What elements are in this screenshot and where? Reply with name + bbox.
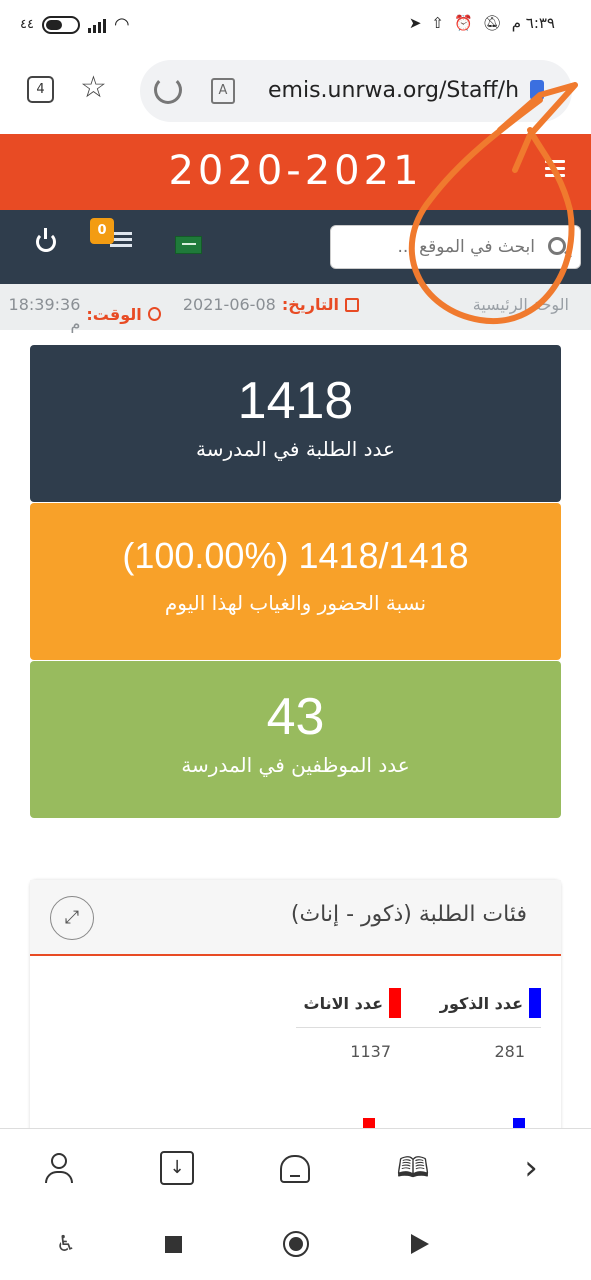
male-label: عدد الذكور — [439, 993, 523, 1013]
staff-count-label: عدد الموظفين في المدرسة — [181, 753, 410, 777]
bookmark-star-icon[interactable]: ☆ — [80, 71, 107, 105]
academic-year-title: 2020-2021 — [168, 148, 423, 194]
downloads-icon[interactable]: ↓ — [160, 1151, 194, 1185]
site-header: 2020-2021 — [0, 134, 591, 210]
students-count-value: 1418 — [237, 372, 354, 430]
address-bar[interactable]: A emis.unrwa.org/Staff/h — [140, 60, 572, 122]
signal-icon — [87, 17, 106, 33]
legend-male: عدد الذكور — [440, 988, 541, 1018]
female-value: 1137 — [350, 1042, 391, 1061]
battery-icon — [41, 15, 80, 34]
upload-icon: ⇧ — [431, 14, 444, 32]
student-categories-panel: فئات الطلبة (ذكور - إناث) ⤢ عدد الذكور ع… — [30, 880, 561, 1140]
attendance-card[interactable]: (100.00%) 1418/1418 نسبة الحضور والغياب … — [30, 503, 561, 660]
clock-icon — [147, 307, 161, 321]
site-search[interactable] — [330, 225, 581, 269]
tabs-button[interactable]: 4 — [27, 76, 54, 103]
site-indicator-icon — [530, 80, 544, 100]
status-time: ٦:٣٩ م — [511, 14, 555, 32]
profile-icon[interactable] — [42, 1151, 76, 1185]
female-swatch — [389, 988, 401, 1018]
play-icon[interactable] — [411, 1234, 429, 1254]
attendance-value: (100.00%) 1418/1418 — [122, 535, 469, 576]
male-swatch — [529, 988, 541, 1018]
legend-row: عدد الذكور عدد الاناث — [296, 988, 541, 1028]
date-display: التاريخ: 2021-06-08 — [183, 295, 359, 314]
status-right: ➤ ⇧ ⏰ 🔕︎ ٦:٣٩ م — [409, 14, 555, 32]
breadcrumb[interactable]: الوحة الرئيسية — [473, 295, 569, 314]
browser-bottom-bar: ↓ 🕮︎ › — [0, 1128, 591, 1210]
calendar-icon — [345, 297, 359, 312]
record-icon[interactable] — [283, 1231, 309, 1257]
panel-title: فئات الطلبة (ذكور - إناث) — [290, 902, 527, 927]
telegram-icon: ➤ — [408, 14, 422, 32]
search-input[interactable] — [345, 232, 535, 262]
staff-count-card[interactable]: 43 عدد الموظفين في المدرسة — [30, 661, 561, 818]
date-value: 2021-06-08 — [182, 295, 276, 314]
url-text[interactable]: emis.unrwa.org/Staff/h — [268, 78, 558, 103]
male-value: 281 — [494, 1042, 525, 1061]
search-icon[interactable] — [548, 237, 566, 255]
attendance-label: نسبة الحضور والغياب لهذا اليوم — [164, 591, 427, 615]
status-left: ٤٤ ◠ — [20, 14, 130, 35]
staff-count-value: 43 — [266, 688, 325, 746]
accessibility-icon[interactable]: ♿︎ — [56, 1232, 76, 1257]
forward-icon[interactable]: › — [514, 1151, 548, 1185]
top-navbar: 0 — [0, 210, 591, 284]
notification-badge[interactable]: 0 — [90, 218, 114, 244]
reload-icon[interactable] — [154, 76, 182, 104]
home-icon[interactable] — [278, 1151, 312, 1185]
expand-icon[interactable]: ⤢ — [50, 896, 94, 940]
info-bar: الوحة الرئيسية التاريخ: 2021-06-08 الوقت… — [0, 284, 591, 333]
stop-icon[interactable] — [165, 1236, 182, 1253]
language-flag-icon[interactable] — [175, 236, 202, 254]
alarm-icon: ⏰ — [453, 14, 473, 32]
status-bar: ٤٤ ◠ ➤ ⇧ ⏰ 🔕︎ ٦:٣٩ م — [0, 0, 591, 56]
time-label: الوقت: — [86, 304, 142, 324]
reader-mode-icon[interactable]: A — [211, 78, 235, 104]
battery-percent: ٤٤ — [20, 17, 34, 32]
time-value: 18:39:36 م — [8, 295, 81, 333]
menu-icon[interactable] — [545, 160, 565, 181]
panel-header: فئات الطلبة (ذكور - إناث) ⤢ — [30, 880, 561, 956]
date-label: التاريخ: — [281, 295, 339, 314]
legend-female: عدد الاناث — [304, 988, 401, 1018]
female-label: عدد الاناث — [303, 993, 383, 1013]
students-count-label: عدد الطلبة في المدرسة — [196, 437, 395, 461]
mute-icon: 🔕︎ — [482, 14, 502, 32]
time-display: الوقت: 18:39:36 م — [0, 295, 161, 333]
students-count-card[interactable]: 1418 عدد الطلبة في المدرسة — [30, 345, 561, 502]
browser-toolbar: 4 ☆ A emis.unrwa.org/Staff/h — [0, 56, 591, 134]
bookmarks-book-icon[interactable]: 🕮︎ — [396, 1151, 430, 1185]
wifi-icon: ◠ — [113, 14, 130, 35]
power-icon[interactable] — [36, 228, 56, 252]
system-navigation: ♿︎ — [0, 1210, 591, 1280]
